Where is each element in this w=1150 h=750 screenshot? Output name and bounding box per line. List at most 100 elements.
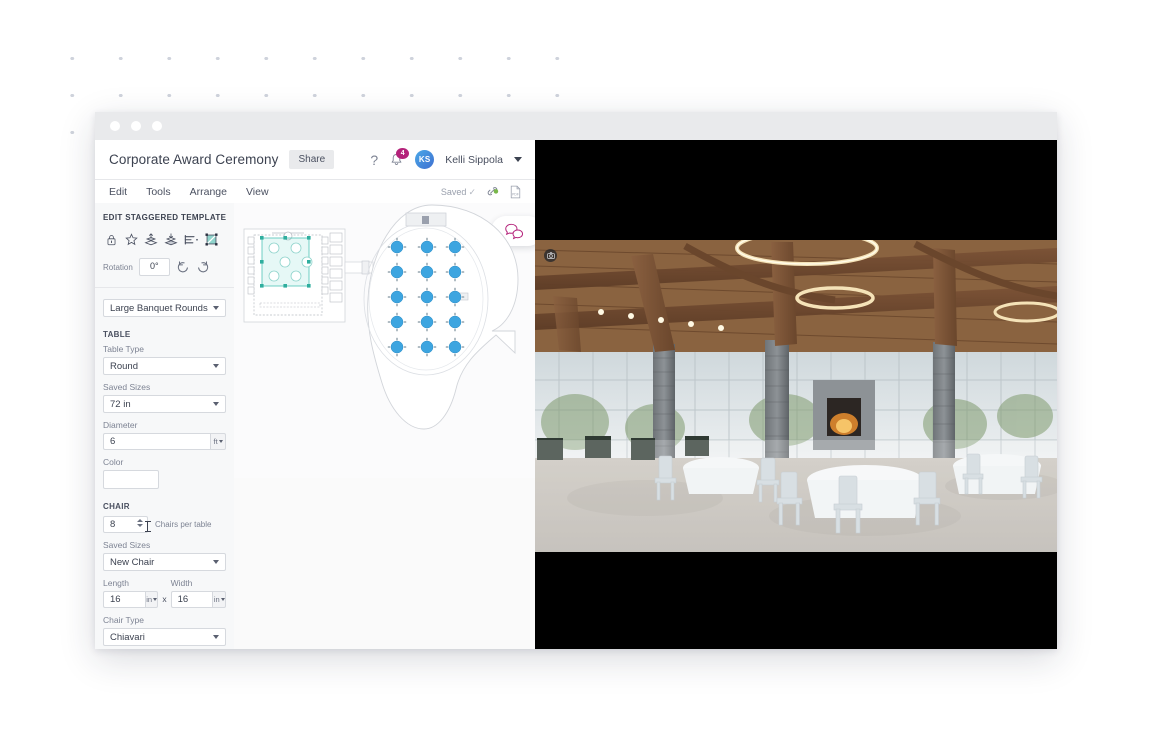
multiply-symbol: x bbox=[162, 594, 167, 604]
template-select[interactable]: Large Banquet Rounds bbox=[103, 299, 226, 317]
camera-button[interactable] bbox=[544, 249, 557, 262]
venue-render-image[interactable]: Navigation SHOW bbox=[535, 240, 1057, 552]
window-maximize-button[interactable] bbox=[152, 121, 162, 131]
chevron-down-icon bbox=[213, 306, 219, 310]
notification-bell[interactable]: 4 bbox=[389, 148, 410, 167]
rotation-row: Rotation 0° bbox=[95, 248, 234, 288]
align-button[interactable] bbox=[182, 231, 200, 248]
table-type-label: Table Type bbox=[103, 344, 144, 354]
svg-text:PDF: PDF bbox=[512, 192, 519, 196]
table-saved-sizes-field: Saved Sizes 72 in bbox=[103, 382, 226, 413]
floorplan-corridor bbox=[344, 260, 374, 275]
app-header: Corporate Award Ceremony Share ? 4 KS Ke… bbox=[95, 140, 535, 180]
avatar[interactable]: KS bbox=[415, 150, 435, 169]
chair-width-input[interactable]: 16 bbox=[170, 591, 213, 608]
chevron-down-icon bbox=[153, 598, 158, 601]
window-close-button[interactable] bbox=[110, 121, 120, 131]
export-pdf-button[interactable]: PDF bbox=[509, 185, 522, 199]
save-status-text: Saved bbox=[440, 186, 467, 197]
chevron-down-icon bbox=[213, 364, 219, 368]
viewer-pane[interactable]: Navigation SHOW bbox=[535, 140, 1057, 649]
chair-saved-sizes-select[interactable]: New Chair bbox=[103, 553, 226, 571]
menu-item-view[interactable]: View bbox=[246, 186, 269, 198]
table-section-heading: TABLE bbox=[103, 330, 131, 339]
menu-item-tools[interactable]: Tools bbox=[146, 186, 171, 198]
menu-item-edit[interactable]: Edit bbox=[109, 186, 127, 198]
rotate-cw-button[interactable] bbox=[196, 260, 210, 274]
save-check-icon: ✓ bbox=[468, 186, 476, 197]
lock-button[interactable] bbox=[102, 231, 120, 248]
save-status: Saved ✓ bbox=[441, 187, 476, 198]
window-minimize-button[interactable] bbox=[131, 121, 141, 131]
menu-bar: Edit Tools Arrange View Saved ✓ PDF bbox=[95, 180, 535, 205]
rotate-counterclockwise-icon bbox=[177, 261, 188, 273]
table-color-field: Color bbox=[103, 457, 226, 489]
object-tools-row bbox=[95, 222, 234, 248]
rotation-label: Rotation bbox=[103, 262, 133, 272]
favorite-button[interactable] bbox=[122, 231, 140, 248]
rotate-clockwise-icon bbox=[197, 261, 208, 273]
align-icon bbox=[184, 234, 198, 245]
template-select-value: Large Banquet Rounds bbox=[110, 302, 208, 314]
diameter-input[interactable]: 6 bbox=[103, 433, 211, 450]
diameter-label: Diameter bbox=[103, 420, 138, 430]
chair-width-label: Width bbox=[170, 578, 193, 588]
share-link-button[interactable] bbox=[485, 185, 500, 199]
stepper-arrows[interactable] bbox=[137, 519, 143, 527]
floorplan-right-room[interactable] bbox=[363, 204, 519, 430]
menu-bar-actions: Saved ✓ PDF bbox=[441, 185, 522, 199]
chair-length-field: Length 16 in bbox=[103, 578, 159, 608]
page-stage: Corporate Award Ceremony Share ? 4 KS Ke… bbox=[0, 0, 1150, 750]
table-type-field: Table Type Round bbox=[103, 344, 226, 375]
floorplan-canvas[interactable] bbox=[234, 203, 535, 649]
chair-length-input[interactable]: 16 bbox=[103, 591, 145, 608]
table-saved-sizes-select[interactable]: 72 in bbox=[103, 395, 226, 413]
text-cursor bbox=[144, 521, 151, 532]
chair-type-field: Chair Type Chiavari bbox=[103, 615, 226, 646]
lock-icon bbox=[107, 234, 115, 245]
rotation-input[interactable]: 0° bbox=[138, 258, 170, 276]
rotate-ccw-button[interactable] bbox=[176, 260, 190, 274]
stepper-down-icon[interactable] bbox=[137, 524, 143, 527]
share-button[interactable]: Share bbox=[289, 150, 335, 169]
selection-crop-icon bbox=[204, 233, 218, 246]
floorplan-left-room[interactable] bbox=[243, 228, 346, 323]
selection-button[interactable] bbox=[202, 231, 220, 248]
chevron-down-icon[interactable] bbox=[514, 157, 522, 162]
send-to-back-button[interactable] bbox=[162, 231, 180, 248]
send-to-back-icon bbox=[164, 233, 178, 246]
bring-to-front-button[interactable] bbox=[142, 231, 160, 248]
chair-width-group: 16 in bbox=[170, 591, 226, 608]
menu-item-arrange[interactable]: Arrange bbox=[190, 186, 227, 198]
table-color-swatch[interactable] bbox=[103, 470, 159, 489]
stepper-up-icon[interactable] bbox=[137, 519, 143, 522]
chair-saved-sizes-label: Saved Sizes bbox=[103, 540, 151, 550]
venue-scene bbox=[535, 240, 1057, 552]
chair-type-select[interactable]: Chiavari bbox=[103, 628, 226, 646]
chair-saved-sizes-value: New Chair bbox=[110, 556, 155, 568]
chair-type-value: Chiavari bbox=[110, 631, 145, 643]
chevron-down-icon bbox=[213, 560, 219, 564]
chair-saved-sizes-field: Saved Sizes New Chair bbox=[103, 540, 226, 571]
favorite-star-icon bbox=[124, 233, 138, 246]
chairs-per-table-value: 8 bbox=[110, 519, 116, 530]
editor-pane: Corporate Award Ceremony Share ? 4 KS Ke… bbox=[95, 140, 535, 649]
table-type-select[interactable]: Round bbox=[103, 357, 226, 375]
chevron-down-icon bbox=[213, 635, 219, 639]
floorplan-drawing[interactable] bbox=[234, 203, 535, 473]
table-color-label: Color bbox=[103, 457, 124, 467]
window-titlebar bbox=[95, 112, 1057, 140]
chair-width-unit-select[interactable]: in bbox=[212, 591, 226, 608]
sidebar-panel-title: EDIT STAGGERED TEMPLATE bbox=[103, 213, 227, 222]
header-actions: ? 4 KS Kelli Sippola bbox=[370, 148, 522, 169]
table-type-value: Round bbox=[110, 360, 138, 372]
chair-length-unit-select[interactable]: in bbox=[144, 591, 159, 608]
chair-width-field: Width 16 in bbox=[170, 578, 226, 608]
pdf-icon: PDF bbox=[510, 185, 521, 199]
diameter-unit-select[interactable]: ft bbox=[210, 433, 226, 450]
chairs-per-table-stepper[interactable]: 8 bbox=[103, 516, 148, 533]
chevron-down-icon bbox=[218, 440, 223, 443]
chevron-down-icon bbox=[213, 402, 219, 406]
help-icon[interactable]: ? bbox=[370, 153, 378, 167]
app-window: Corporate Award Ceremony Share ? 4 KS Ke… bbox=[95, 112, 1057, 649]
